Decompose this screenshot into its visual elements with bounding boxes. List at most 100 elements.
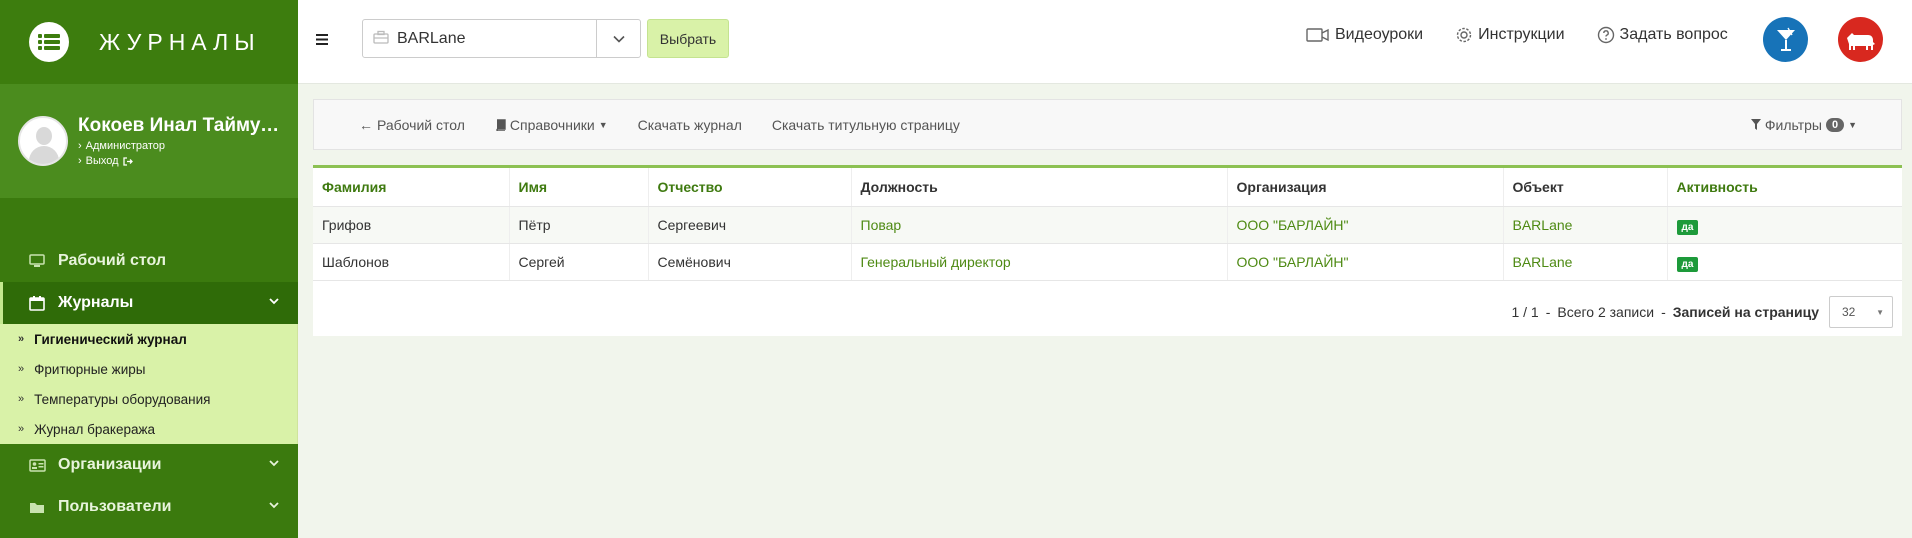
sign-out-icon <box>122 156 133 166</box>
hamburger-menu-icon[interactable] <box>316 32 328 48</box>
app-title: ЖУРНАЛЫ <box>99 28 261 55</box>
cell-activity: да <box>1667 243 1902 281</box>
cell-object-link[interactable]: BARLane <box>1503 206 1668 244</box>
cell-first-name: Сергей <box>509 243 649 281</box>
download-journal-link[interactable]: Скачать журнал <box>638 117 742 133</box>
double-chevron-icon: » <box>18 393 25 405</box>
double-chevron-icon: » <box>18 423 25 435</box>
download-title-page-link[interactable]: Скачать титульную страницу <box>772 117 960 133</box>
sidebar: ЖУРНАЛЫ Кокоев Инал Таймураз › Администр… <box>0 0 298 538</box>
cocktail-button[interactable] <box>1763 17 1808 62</box>
cell-position-link[interactable]: Генеральный директор <box>851 243 1228 281</box>
cell-last-name: Шаблонов <box>313 243 510 281</box>
ask-question-link[interactable]: Задать вопрос <box>1597 26 1728 44</box>
cell-last-name: Грифов <box>313 206 510 244</box>
sidebar-subitem-label: Температуры оборудования <box>34 391 211 407</box>
top-bar: BARLane Выбрать Видеоуроки Инструкции За… <box>298 0 1912 84</box>
object-select[interactable]: BARLane <box>362 19 641 58</box>
pagination: 1 / 1 - Всего 2 записи - Записей на стра… <box>1511 296 1893 328</box>
sidebar-subitem-label: Фритюрные жиры <box>34 361 146 377</box>
object-select-value: BARLane <box>397 29 466 47</box>
filters-dropdown[interactable]: Фильтры 0 ▼ <box>1750 116 1857 133</box>
table-row[interactable]: Шаблонов Сергей Семёнович Генеральный ди… <box>313 243 1902 281</box>
action-panel: ← Рабочий стол Справочники ▼ Скачать жур… <box>313 99 1902 150</box>
question-circle-icon <box>1597 26 1614 44</box>
sidebar-item-label: Рабочий стол <box>58 252 167 269</box>
sidebar-menu: Рабочий стол Журналы » Гигиенический жур… <box>0 240 298 528</box>
references-dropdown[interactable]: Справочники ▼ <box>495 117 608 133</box>
chevron-down-icon[interactable] <box>596 20 640 57</box>
video-lessons-link[interactable]: Видеоуроки <box>1306 26 1423 44</box>
chevron-down-icon <box>269 460 279 467</box>
sidebar-subitem-rejection[interactable]: » Журнал бракеража <box>0 414 297 444</box>
sidebar-item-label: Организации <box>58 456 162 473</box>
instructions-label: Инструкции <box>1478 26 1565 43</box>
double-chevron-icon: » <box>18 363 25 375</box>
cell-first-name: Пётр <box>509 206 649 244</box>
cell-organization-link[interactable]: ООО "БАРЛАЙН" <box>1227 243 1504 281</box>
chevron-down-icon <box>269 298 279 305</box>
desktop-link[interactable]: ← Рабочий стол <box>359 117 465 133</box>
sidebar-item-label: Журналы <box>58 294 134 311</box>
sidebar-item-desktop[interactable]: Рабочий стол <box>0 240 298 282</box>
caret-down-icon: ▼ <box>1876 307 1884 317</box>
gear-icon <box>1456 27 1472 43</box>
cell-object-link[interactable]: BARLane <box>1503 243 1668 281</box>
chevron-right-icon: › <box>78 155 82 167</box>
desktop-link-label: Рабочий стол <box>377 116 465 133</box>
folder-icon <box>27 501 47 514</box>
filters-label: Фильтры <box>1764 116 1822 133</box>
filter-icon <box>1750 119 1761 130</box>
cell-position-link[interactable]: Повар <box>851 206 1228 244</box>
caret-down-icon: ▼ <box>1848 119 1857 130</box>
references-label: Справочники <box>509 116 595 133</box>
book-icon <box>496 118 506 131</box>
column-header-last-name[interactable]: Фамилия <box>313 168 510 207</box>
video-camera-icon <box>1306 28 1329 42</box>
sidebar-subitem-label: Журнал бракеража <box>34 421 156 437</box>
per-page-label: Записей на страницу <box>1672 304 1819 320</box>
filters-count-badge: 0 <box>1825 117 1845 132</box>
column-header-middle-name[interactable]: Отчество <box>648 168 852 207</box>
sidebar-subitem-fryer-fats[interactable]: » Фритюрные жиры <box>0 354 297 384</box>
pager-separator: - <box>1545 304 1551 320</box>
ask-question-label: Задать вопрос <box>1619 26 1728 43</box>
column-header-object: Объект <box>1503 168 1668 207</box>
user-name: Кокоев Инал Таймураз <box>78 115 280 136</box>
logout-label: Выход <box>85 155 119 167</box>
staff-table-panel: Фамилия Имя Отчество Должность Организац… <box>313 165 1902 336</box>
per-page-select[interactable]: 32 ▼ <box>1829 296 1893 328</box>
choose-button[interactable]: Выбрать <box>647 19 729 58</box>
journals-submenu: » Гигиенический журнал » Фритюрные жиры … <box>0 324 298 444</box>
table-row[interactable]: Грифов Пётр Сергеевич Повар ООО "БАРЛАЙН… <box>313 206 1902 244</box>
sidebar-subitem-hygiene[interactable]: » Гигиенический журнал <box>0 324 297 354</box>
cow-button[interactable] <box>1838 17 1883 62</box>
sidebar-subitem-equipment-temps[interactable]: » Температуры оборудования <box>0 384 297 414</box>
chevron-down-icon <box>269 502 279 509</box>
sidebar-item-users[interactable]: Пользователи <box>0 486 298 528</box>
cow-icon <box>1846 32 1875 50</box>
caret-down-icon: ▼ <box>598 119 608 130</box>
instructions-link[interactable]: Инструкции <box>1455 26 1565 44</box>
logout-link[interactable]: › Выход <box>78 155 280 167</box>
avatar <box>18 116 68 166</box>
calendar-icon <box>27 295 47 311</box>
sidebar-subitem-label: Гигиенический журнал <box>34 331 187 347</box>
pager-separator: - <box>1661 304 1666 320</box>
table-header-row: Фамилия Имя Отчество Должность Организац… <box>313 168 1902 207</box>
chevron-right-icon: › <box>78 140 82 152</box>
logo[interactable]: ЖУРНАЛЫ <box>0 0 298 84</box>
cell-organization-link[interactable]: ООО "БАРЛАЙН" <box>1227 206 1504 244</box>
column-header-first-name[interactable]: Имя <box>509 168 649 207</box>
monitor-icon <box>27 254 47 268</box>
user-role-link[interactable]: › Администратор <box>78 140 280 152</box>
user-profile: Кокоев Инал Таймураз › Администратор › В… <box>0 84 298 198</box>
sidebar-item-journals[interactable]: Журналы <box>0 282 298 324</box>
status-badge: да <box>1676 256 1699 272</box>
id-card-icon <box>27 458 47 472</box>
cell-middle-name: Сергеевич <box>648 206 852 244</box>
sidebar-item-organizations[interactable]: Организации <box>0 444 298 486</box>
video-lessons-label: Видеоуроки <box>1335 26 1424 43</box>
column-header-activity[interactable]: Активность <box>1667 168 1902 207</box>
staff-table: Фамилия Имя Отчество Должность Организац… <box>313 168 1902 281</box>
